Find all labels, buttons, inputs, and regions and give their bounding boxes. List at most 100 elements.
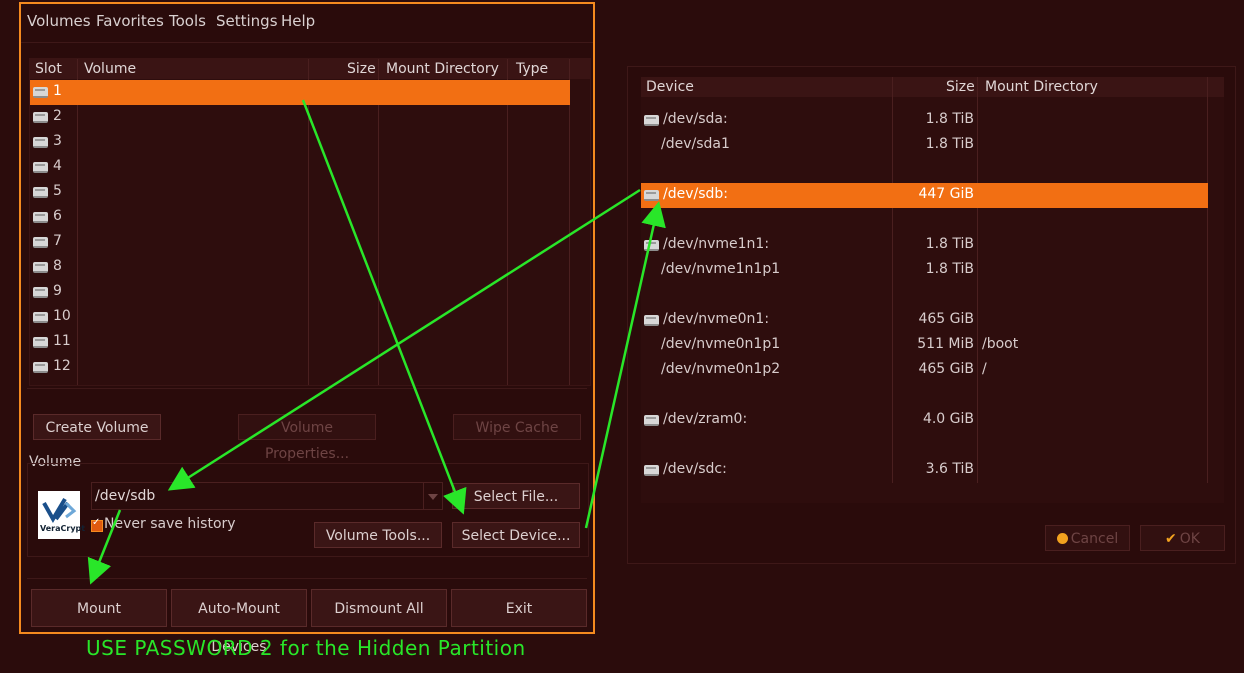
drive-icon xyxy=(33,162,48,173)
device-row[interactable]: /dev/nvme0n1p2 465 GiB / xyxy=(641,358,1208,383)
slot-number: 4 xyxy=(53,158,62,174)
veracrypt-main-window: Volumes Favorites Tools Settings Help Sl… xyxy=(19,2,595,655)
slot-row[interactable]: 2 xyxy=(30,105,570,130)
device-row-spacer xyxy=(641,383,1208,408)
mount-button[interactable]: Mount xyxy=(31,589,167,627)
slot-row[interactable]: 7 xyxy=(30,230,570,255)
device-table: Device Size Mount Directory /dev/sda: 1.8… xyxy=(641,77,1224,503)
drive-icon xyxy=(644,190,659,201)
device-row-spacer xyxy=(641,283,1208,308)
slot-row[interactable]: 10 xyxy=(30,305,570,330)
slot-row[interactable]: 8 xyxy=(30,255,570,280)
slot-row[interactable]: 4 xyxy=(30,155,570,180)
device-row-spacer xyxy=(641,208,1208,233)
volume-properties-button[interactable]: Volume Properties... xyxy=(238,414,376,462)
drive-icon xyxy=(33,287,48,298)
col-device[interactable]: Device xyxy=(646,77,694,97)
device-size: 447 GiB xyxy=(918,186,974,202)
slot-number: 3 xyxy=(53,133,62,149)
col-slot[interactable]: Slot xyxy=(35,59,62,79)
device-row[interactable]: /dev/sdc: 3.6 TiB xyxy=(641,458,1208,483)
slot-number: 8 xyxy=(53,258,62,274)
menu-divider xyxy=(21,42,593,43)
cancel-button[interactable]: Cancel xyxy=(1045,525,1130,551)
col-mount-directory[interactable]: Mount Directory xyxy=(386,59,499,79)
volume-path-combo[interactable]: /dev/sdb xyxy=(91,482,443,510)
select-file-button[interactable]: Select File... xyxy=(452,483,580,509)
drive-icon xyxy=(644,415,659,426)
never-save-history-label: Never save history xyxy=(104,516,236,532)
checkmark-icon: ✔ xyxy=(1165,531,1177,547)
drive-icon xyxy=(33,212,48,223)
menu-tools[interactable]: Tools xyxy=(169,12,206,30)
device-name: /dev/nvme1n1: xyxy=(663,236,770,252)
col-mount-directory[interactable]: Mount Directory xyxy=(985,77,1098,97)
drive-icon xyxy=(644,115,659,126)
select-device-button[interactable]: Select Device... xyxy=(452,522,580,548)
col-volume[interactable]: Volume xyxy=(84,59,136,79)
dismount-all-button[interactable]: Dismount All xyxy=(311,589,447,627)
drive-icon xyxy=(33,312,48,323)
device-size: 1.8 TiB xyxy=(925,261,974,277)
device-name: /dev/zram0: xyxy=(663,411,748,427)
menu-settings[interactable]: Settings xyxy=(216,12,278,30)
drive-icon xyxy=(33,187,48,198)
device-name: /dev/sdb: xyxy=(663,186,729,202)
drive-icon xyxy=(33,112,48,123)
volume-path-value: /dev/sdb xyxy=(95,488,156,504)
device-size: 1.8 TiB xyxy=(925,111,974,127)
device-size: 3.6 TiB xyxy=(925,461,974,477)
table-divider xyxy=(27,388,587,389)
slot-row[interactable]: 11 xyxy=(30,330,570,355)
device-name: /dev/nvme1n1p1 xyxy=(661,261,781,277)
drive-icon xyxy=(644,465,659,476)
slot-number: 6 xyxy=(53,208,62,224)
veracrypt-logo: VeraCrypt xyxy=(38,491,85,539)
slot-row[interactable]: 12 xyxy=(30,355,570,380)
device-row[interactable]: /dev/nvme0n1: 465 GiB xyxy=(641,308,1208,333)
exit-button[interactable]: Exit xyxy=(451,589,587,627)
create-volume-button[interactable]: Create Volume xyxy=(33,414,161,440)
drive-icon xyxy=(644,240,659,251)
device-row[interactable]: /dev/nvme0n1p1 511 MiB/boot xyxy=(641,333,1208,358)
device-row[interactable]: /dev/sda: 1.8 TiB xyxy=(641,108,1208,133)
auto-mount-devices-button[interactable]: Auto-Mount Devices xyxy=(171,589,307,655)
device-name: /dev/sdc: xyxy=(663,461,727,477)
col-size[interactable]: Size xyxy=(946,77,975,97)
device-table-header: Device Size Mount Directory xyxy=(641,77,1224,97)
cancel-icon xyxy=(1056,533,1068,544)
wipe-cache-button[interactable]: Wipe Cache xyxy=(453,414,581,440)
device-row[interactable]: /dev/sda1 1.8 TiB xyxy=(641,133,1208,158)
ok-button[interactable]: ✔ OK xyxy=(1140,525,1225,551)
device-row[interactable]: /dev/sdb: 447 GiB xyxy=(641,183,1208,208)
device-row[interactable]: /dev/zram0: 4.0 GiB xyxy=(641,408,1208,433)
drive-icon xyxy=(33,137,48,148)
slot-number: 11 xyxy=(53,333,71,349)
slots-table-header: Slot Volume Size Mount Directory Type xyxy=(30,59,590,79)
col-size[interactable]: Size xyxy=(347,59,376,79)
col-type[interactable]: Type xyxy=(516,59,548,79)
menu-volumes[interactable]: Volumes xyxy=(27,12,91,30)
device-row[interactable]: /dev/nvme1n1: 1.8 TiB xyxy=(641,233,1208,258)
slots-table: Slot Volume Size Mount Directory Type 12… xyxy=(29,58,591,386)
slot-row[interactable]: 1 xyxy=(30,80,570,105)
slot-row[interactable]: 5 xyxy=(30,180,570,205)
device-size: 4.0 GiB xyxy=(922,411,974,427)
veracrypt-logo-text: VeraCrypt xyxy=(40,524,86,533)
chevron-down-icon[interactable] xyxy=(423,483,442,509)
volume-tools-button[interactable]: Volume Tools... xyxy=(314,522,442,548)
device-size: 465 GiB xyxy=(918,361,974,377)
device-name: /dev/sda: xyxy=(663,111,728,127)
device-size: 511 MiB xyxy=(917,336,974,352)
device-row[interactable]: /dev/nvme1n1p1 1.8 TiB xyxy=(641,258,1208,283)
never-save-history-checkbox[interactable] xyxy=(91,517,103,532)
device-row-spacer xyxy=(641,433,1208,458)
menu-help[interactable]: Help xyxy=(281,12,315,30)
slot-row[interactable]: 6 xyxy=(30,205,570,230)
annotation-caption: USE PASSWORD 2 for the Hidden Partition xyxy=(86,636,526,660)
menu-favorites[interactable]: Favorites xyxy=(96,12,164,30)
device-size: 1.8 TiB xyxy=(925,136,974,152)
slot-number: 1 xyxy=(53,83,62,99)
slot-row[interactable]: 3 xyxy=(30,130,570,155)
slot-row[interactable]: 9 xyxy=(30,280,570,305)
